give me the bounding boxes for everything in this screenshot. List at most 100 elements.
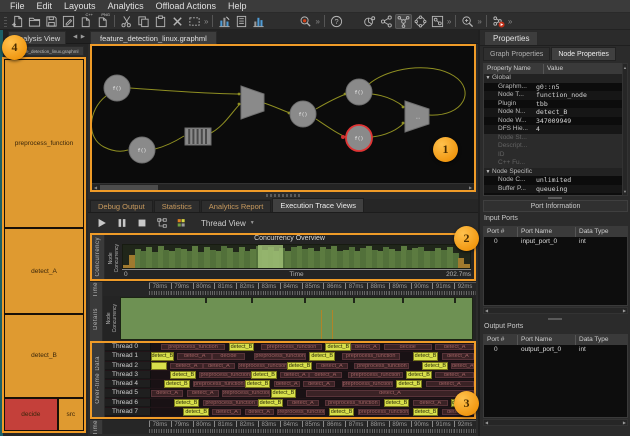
thread-timeline[interactable]: detect_A detect_A preprocess_functiondetec…: [151, 389, 474, 397]
run-analysis-button[interactable]: [490, 14, 507, 29]
help-button[interactable]: ?: [328, 14, 345, 29]
task-bar-detect_B[interactable]: detect_B: [384, 399, 410, 407]
task-bar-detect_A[interactable]: detect_A: [451, 363, 474, 369]
scroll-thumb[interactable]: [100, 185, 158, 190]
tab-graphml-document[interactable]: feature_detection_linux.graphml: [90, 31, 217, 44]
thread-timeline[interactable]: detect_Bpreprocess_functiondetect_Bdetec…: [151, 380, 474, 388]
copy-button[interactable]: [135, 14, 152, 29]
property-row[interactable]: Node St...: [484, 134, 623, 143]
concurrency-overview-chart[interactable]: [122, 244, 471, 269]
task-bar-preprocess_function[interactable]: preprocess_function: [199, 372, 251, 378]
task-bar-detect_A[interactable]: detect_A: [435, 372, 474, 378]
task-bar-preprocess_function[interactable]: preprocess_function: [203, 400, 258, 406]
select-nodes-button[interactable]: [186, 14, 203, 29]
tab-debug-output[interactable]: Debug Output: [90, 200, 153, 212]
task-bar-detect_A[interactable]: detect_A: [203, 363, 235, 369]
scroll-up-icon[interactable]: ▲: [623, 64, 627, 71]
export-cpp-button[interactable]: C++: [77, 14, 94, 29]
property-row[interactable]: Node W...347009949: [484, 117, 623, 126]
graph-node-button[interactable]: [395, 14, 412, 29]
menu-edit[interactable]: Edit: [31, 0, 59, 13]
new-file-button[interactable]: [9, 14, 26, 29]
thread-timeline[interactable]: detect_Bpreprocess_functiondetect_Bdetec…: [151, 399, 474, 407]
task-bar-detect_A[interactable]: detect_A: [306, 390, 474, 396]
details-strip[interactable]: Details: [90, 296, 103, 341]
task-bar-detect_A[interactable]: detect_A: [212, 409, 241, 415]
node-input[interactable]: f(): [129, 137, 155, 163]
tab-properties[interactable]: Properties: [484, 31, 538, 45]
scroll-left-icon[interactable]: ◀: [92, 184, 99, 191]
expand-icon[interactable]: ▼: [484, 74, 492, 83]
property-row[interactable]: Buffer P...queueing: [484, 185, 623, 194]
task-bar-detect_B[interactable]: detect_B: [309, 352, 335, 360]
splitter-grip[interactable]: [266, 194, 300, 197]
concurrency-strip[interactable]: Concurrency: [92, 235, 105, 279]
input-ports-hscrollbar[interactable]: ◀▶: [483, 307, 628, 314]
task-bar-detect_B[interactable]: detect_B: [325, 343, 351, 351]
tree-view-button[interactable]: [153, 215, 170, 231]
task-bar-detect_A[interactable]: detect_A: [309, 372, 341, 378]
analyze-chart-button[interactable]: [216, 14, 233, 29]
section-splitter-grip[interactable]: [548, 197, 562, 199]
task-bar-preprocess_function[interactable]: preprocess_function: [348, 372, 403, 378]
task-bar-detect_A[interactable]: detect_A: [351, 344, 380, 350]
menu-layouts[interactable]: Layouts: [58, 0, 102, 13]
task-bar-detect_B[interactable]: detect_B: [396, 380, 422, 388]
task-bar-preprocess_function[interactable]: preprocess_function: [161, 344, 226, 350]
task-bar-detect_B[interactable]: detect_B: [329, 408, 355, 416]
task-bar-detect_B[interactable]: detect_B: [251, 371, 277, 379]
section-splitter-grip[interactable]: [548, 318, 562, 320]
task-bar-detect_A[interactable]: detect_A: [170, 363, 202, 369]
task-bar-detect_B[interactable]: detect_B: [271, 389, 297, 397]
toolbar-overflow-icon[interactable]: »: [447, 14, 451, 29]
menu-file[interactable]: File: [4, 0, 31, 13]
tab-analytics-report[interactable]: Analytics Report: [201, 200, 272, 212]
cut-button[interactable]: [118, 14, 135, 29]
task-bar-detect_A[interactable]: detect_A: [426, 381, 474, 387]
task-bar-detect_B[interactable]: detect_B: [174, 399, 200, 407]
thread-timeline[interactable]: detect_Bdetect_Adecidepreprocess_functio…: [151, 352, 474, 360]
menu-help[interactable]: Help: [222, 0, 253, 13]
graph-boxed-button[interactable]: [429, 14, 446, 29]
tab-scroll-arrows[interactable]: ◀ ▶: [73, 34, 86, 40]
task-bar-detect_B[interactable]: detect_B: [245, 380, 271, 388]
save-button[interactable]: [43, 14, 60, 29]
details-concurrency-chart[interactable]: [120, 297, 473, 340]
scroll-right-icon[interactable]: ▶: [467, 184, 474, 191]
menu-offload-actions[interactable]: Offload Actions: [150, 0, 222, 13]
task-bar-detect_A[interactable]: detect_A: [316, 363, 348, 369]
analysis-block-preprocess_function[interactable]: preprocess_function: [4, 59, 84, 228]
task-bar-detect_A[interactable]: detect_A: [151, 390, 183, 396]
property-group-node-specific[interactable]: ▼Node Specific: [484, 168, 623, 177]
analysis-block-src[interactable]: src: [58, 398, 84, 431]
task-bar-preprocess_function[interactable]: preprocess_function: [342, 381, 394, 387]
property-row[interactable]: Node C...unlimited: [484, 176, 623, 185]
delete-button[interactable]: [169, 14, 186, 29]
task-bar-preprocess_function[interactable]: preprocess_function: [193, 381, 245, 387]
task-bar-preprocess_function[interactable]: preprocess_function: [342, 353, 400, 359]
property-group-global[interactable]: ▼Global: [484, 74, 623, 83]
task-bar-detect_B[interactable]: detect_B: [229, 343, 255, 351]
node-indexer[interactable]: ...: [405, 101, 429, 132]
property-row[interactable]: DFS Hie...4: [484, 125, 623, 134]
legend-button[interactable]: [173, 215, 190, 231]
toolbar-overflow-icon[interactable]: »: [508, 14, 512, 29]
tab-node-properties[interactable]: Node Properties: [551, 47, 616, 61]
statistics-chart-button[interactable]: [250, 14, 267, 29]
node-join[interactable]: [241, 86, 264, 119]
task-bar-detect_A[interactable]: detect_A: [413, 400, 449, 406]
zoom-graph-button[interactable]: [459, 14, 476, 29]
thread-timeline[interactable]: detect_Adetect_Apreprocess_functiondetec…: [151, 362, 474, 370]
task-bar-preprocess_function[interactable]: preprocess_function: [238, 363, 286, 369]
task-bar-detect_A[interactable]: detect_A: [245, 409, 274, 415]
trace-search-button[interactable]: [297, 14, 314, 29]
output-ports-hscrollbar[interactable]: ◀▶: [483, 419, 628, 426]
task-bar-detect_A[interactable]: detect_A: [435, 344, 474, 350]
tab-statistics[interactable]: Statistics: [154, 200, 200, 212]
task-bar-preprocess_function[interactable]: preprocess_function: [354, 363, 409, 369]
node-queue[interactable]: [185, 128, 211, 145]
tab-execution-trace-views[interactable]: Execution Trace Views: [272, 198, 364, 212]
open-button[interactable]: [26, 14, 43, 29]
task-bar-preprocess_function[interactable]: preprocess_function: [222, 390, 270, 396]
task-bar-preprocess_function[interactable]: preprocess_function: [277, 409, 325, 415]
